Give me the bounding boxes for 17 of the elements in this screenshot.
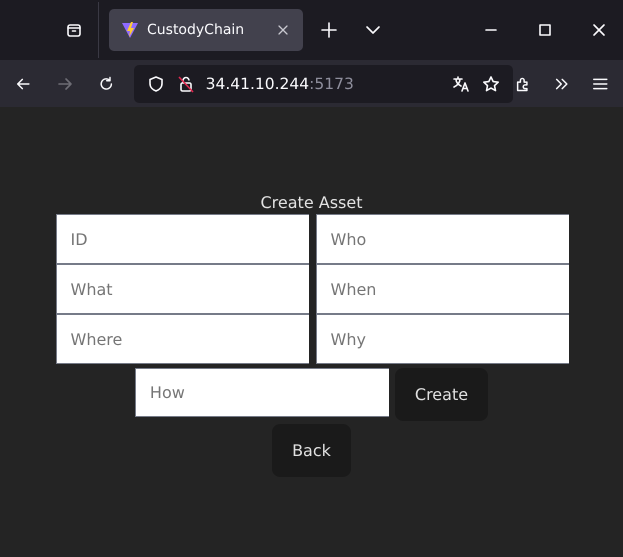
tab-title: CustodyChain bbox=[147, 22, 246, 38]
text-field[interactable]: Who bbox=[316, 214, 568, 264]
form-title: Create Asset bbox=[260, 193, 362, 212]
text-field[interactable]: Where bbox=[56, 314, 308, 364]
text-field[interactable]: ID bbox=[56, 214, 308, 264]
insecure-lock-icon[interactable] bbox=[176, 74, 196, 94]
plus-icon[interactable] bbox=[319, 20, 339, 40]
star-icon[interactable] bbox=[480, 74, 501, 94]
browser-tab[interactable]: CustodyChain bbox=[109, 9, 303, 51]
create-button[interactable]: Create bbox=[394, 368, 488, 421]
lightning-logo-icon bbox=[121, 21, 139, 39]
back-button[interactable]: Back bbox=[272, 424, 351, 477]
text-field[interactable]: When bbox=[316, 264, 568, 314]
how-field[interactable]: How bbox=[134, 368, 389, 417]
translate-icon[interactable] bbox=[450, 74, 471, 94]
text-field[interactable]: What bbox=[56, 264, 308, 314]
text-field[interactable]: Why bbox=[316, 314, 568, 364]
